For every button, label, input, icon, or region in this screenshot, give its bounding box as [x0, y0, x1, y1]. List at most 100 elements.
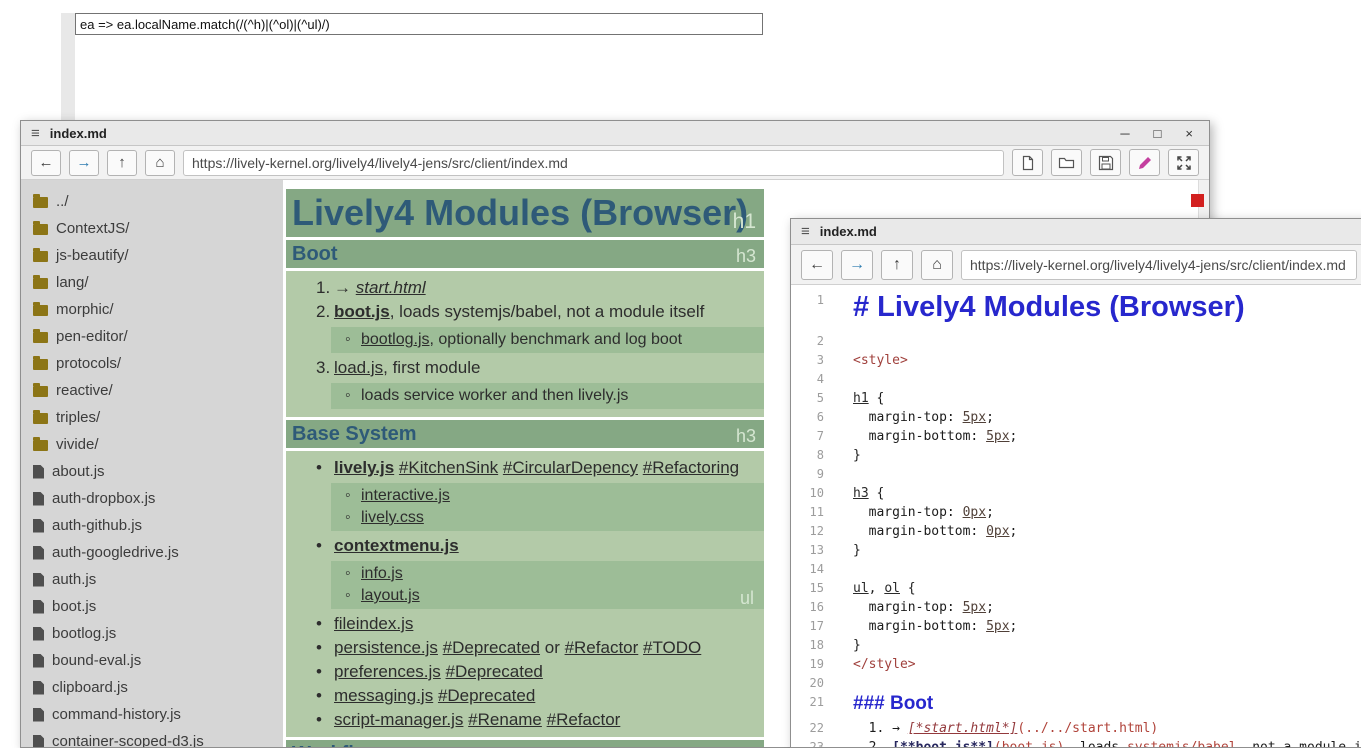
- fullscreen-button[interactable]: [1168, 149, 1199, 176]
- filter-input[interactable]: [75, 13, 763, 35]
- md-link[interactable]: start.html: [356, 278, 426, 297]
- editor-line[interactable]: 22 1. → [*start.html*](../../start.html): [791, 719, 1361, 738]
- edit-button[interactable]: [1129, 149, 1160, 176]
- editor-line[interactable]: 17 margin-bottom: 5px;: [791, 617, 1361, 636]
- md-link[interactable]: #Deprecated: [438, 686, 535, 705]
- editor-line[interactable]: 11 margin-top: 0px;: [791, 503, 1361, 522]
- titlebar-right[interactable]: ≡ index.md: [791, 219, 1361, 245]
- sidebar-item-bootlog-js[interactable]: bootlog.js: [33, 620, 283, 647]
- md-link[interactable]: messaging.js: [334, 686, 433, 705]
- editor-line[interactable]: 15ul, ol {: [791, 579, 1361, 598]
- url-input[interactable]: [961, 250, 1357, 280]
- md-link[interactable]: #KitchenSink: [399, 458, 498, 477]
- maximize-button[interactable]: □: [1154, 127, 1162, 140]
- md-link[interactable]: #Refactor: [547, 710, 621, 729]
- md-link[interactable]: info.js: [361, 565, 403, 582]
- sidebar-item-contextjs[interactable]: ContextJS/: [33, 215, 283, 242]
- sidebar-item-label: clipboard.js: [52, 679, 128, 696]
- editor-line[interactable]: 1# Lively4 Modules (Browser): [791, 291, 1361, 332]
- sidebar-item-label: command-history.js: [52, 706, 181, 723]
- url-input[interactable]: [183, 150, 1004, 176]
- forward-button[interactable]: →: [69, 150, 99, 176]
- minimize-button[interactable]: ─: [1120, 127, 1129, 140]
- editor-line[interactable]: 16 margin-top: 5px;: [791, 598, 1361, 617]
- md-link[interactable]: bootlog.js: [361, 331, 430, 348]
- md-list: •lively.js #KitchenSink #CircularDepency…: [286, 451, 764, 737]
- up-button[interactable]: ↑: [881, 250, 913, 280]
- sidebar-item-protocols[interactable]: protocols/: [33, 350, 283, 377]
- md-link[interactable]: contextmenu.js: [334, 536, 459, 555]
- sidebar-item-lang[interactable]: lang/: [33, 269, 283, 296]
- md-link[interactable]: #Deprecated: [446, 662, 543, 681]
- sidebar-item-auth-dropbox-js[interactable]: auth-dropbox.js: [33, 485, 283, 512]
- md-link[interactable]: interactive.js: [361, 487, 450, 504]
- line-number: 11: [791, 503, 839, 522]
- sidebar-item-boot-js[interactable]: boot.js: [33, 593, 283, 620]
- md-link[interactable]: #Refactoring: [643, 458, 739, 477]
- back-button[interactable]: ←: [801, 250, 833, 280]
- editor-line[interactable]: 21### Boot: [791, 693, 1361, 719]
- close-button[interactable]: ×: [1185, 127, 1193, 140]
- titlebar-left[interactable]: ≡ index.md ─ □ ×: [21, 121, 1209, 146]
- sidebar-item-vivide[interactable]: vivide/: [33, 431, 283, 458]
- editor-line[interactable]: 19</style>: [791, 655, 1361, 674]
- md-link[interactable]: #CircularDepency: [503, 458, 638, 477]
- md-link[interactable]: script-manager.js: [334, 710, 463, 729]
- editor-line[interactable]: 6 margin-top: 5px;: [791, 408, 1361, 427]
- editor-line[interactable]: 5h1 {: [791, 389, 1361, 408]
- home-button[interactable]: ⌂: [145, 150, 175, 176]
- sidebar-item-bound-eval-js[interactable]: bound-eval.js: [33, 647, 283, 674]
- sidebar-item-triples[interactable]: triples/: [33, 404, 283, 431]
- save-button[interactable]: [1090, 149, 1121, 176]
- new-file-button[interactable]: [1012, 149, 1043, 176]
- back-button[interactable]: ←: [31, 150, 61, 176]
- code-editor[interactable]: 1# Lively4 Modules (Browser)23<style>45h…: [791, 285, 1361, 747]
- sidebar-item-pen-editor[interactable]: pen-editor/: [33, 323, 283, 350]
- editor-line[interactable]: 10h3 {: [791, 484, 1361, 503]
- md-link[interactable]: #TODO: [643, 638, 701, 657]
- md-link[interactable]: boot.js: [334, 302, 390, 321]
- sidebar-item-container-scoped-d3-js[interactable]: container-scoped-d3.js: [33, 728, 283, 747]
- md-link[interactable]: #Refactor: [565, 638, 639, 657]
- sidebar-item-morphic[interactable]: morphic/: [33, 296, 283, 323]
- md-heading-h3: Booth3: [286, 240, 764, 268]
- sidebar-item-command-history-js[interactable]: command-history.js: [33, 701, 283, 728]
- editor-line[interactable]: 7 margin-bottom: 5px;: [791, 427, 1361, 446]
- up-button[interactable]: ↑: [107, 150, 137, 176]
- sidebar-item-reactive[interactable]: reactive/: [33, 377, 283, 404]
- editor-line[interactable]: 3<style>: [791, 351, 1361, 370]
- md-link[interactable]: #Rename: [468, 710, 542, 729]
- md-text: , loads systemjs/babel, not a module its…: [390, 302, 705, 321]
- sidebar-item-auth-googledrive-js[interactable]: auth-googledrive.js: [33, 539, 283, 566]
- editor-line[interactable]: 23 2. [**boot.js**](boot.js), loads syst…: [791, 738, 1361, 747]
- sidebar-item-parent[interactable]: ../: [33, 188, 283, 215]
- menu-icon[interactable]: ≡: [31, 125, 40, 142]
- home-button[interactable]: ⌂: [921, 250, 953, 280]
- md-link[interactable]: #Deprecated: [443, 638, 540, 657]
- md-link[interactable]: lively.js: [334, 458, 394, 477]
- editor-line[interactable]: 18}: [791, 636, 1361, 655]
- sidebar-item-js-beautify[interactable]: js-beautify/: [33, 242, 283, 269]
- editor-line[interactable]: 14: [791, 560, 1361, 579]
- editor-line[interactable]: 9: [791, 465, 1361, 484]
- editor-line[interactable]: 12 margin-bottom: 0px;: [791, 522, 1361, 541]
- sidebar-item-about-js[interactable]: about.js: [33, 458, 283, 485]
- forward-button[interactable]: →: [841, 250, 873, 280]
- md-link[interactable]: fileindex.js: [334, 614, 413, 633]
- md-link[interactable]: persistence.js: [334, 638, 438, 657]
- editor-line[interactable]: 4: [791, 370, 1361, 389]
- editor-line[interactable]: 2: [791, 332, 1361, 351]
- sidebar-item-auth-js[interactable]: auth.js: [33, 566, 283, 593]
- editor-line[interactable]: 20: [791, 674, 1361, 693]
- sidebar-item-clipboard-js[interactable]: clipboard.js: [33, 674, 283, 701]
- md-link[interactable]: preferences.js: [334, 662, 441, 681]
- menu-icon[interactable]: ≡: [801, 223, 810, 240]
- editor-line[interactable]: 13}: [791, 541, 1361, 560]
- md-link[interactable]: load.js: [334, 358, 383, 377]
- code-segment: ol: [884, 581, 900, 596]
- sidebar-item-auth-github-js[interactable]: auth-github.js: [33, 512, 283, 539]
- md-link[interactable]: lively.css: [361, 509, 424, 526]
- open-folder-button[interactable]: [1051, 149, 1082, 176]
- md-link[interactable]: layout.js: [361, 587, 420, 604]
- editor-line[interactable]: 8}: [791, 446, 1361, 465]
